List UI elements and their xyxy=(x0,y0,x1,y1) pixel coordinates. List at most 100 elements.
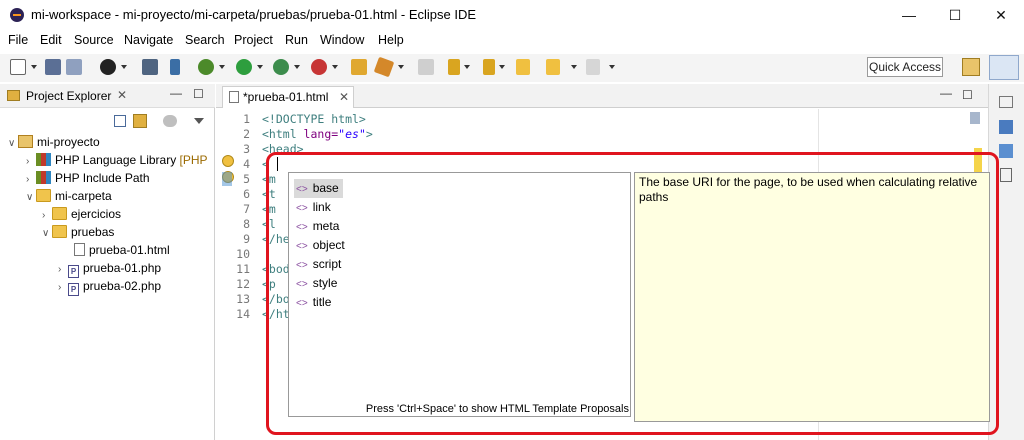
php-file-icon: P xyxy=(68,283,79,296)
annotation-highlight xyxy=(266,152,999,435)
line-number: 5 xyxy=(243,172,250,186)
tab-prueba-01-html[interactable]: *prueba-01.html ✕ xyxy=(222,86,354,108)
menu-source[interactable]: Source xyxy=(74,33,114,47)
chevron-down-icon[interactable]: ∨ xyxy=(8,135,18,153)
maximize-view-icon[interactable]: ☐ xyxy=(962,88,973,102)
pen-icon[interactable] xyxy=(418,59,434,75)
chevron-down-icon[interactable] xyxy=(332,65,338,69)
view-menu-icon[interactable] xyxy=(194,118,204,124)
menu-help[interactable]: Help xyxy=(378,33,404,47)
tree-item-mi-carpeta[interactable]: ∨ mi-carpeta xyxy=(26,187,112,205)
coverage-icon[interactable] xyxy=(273,59,289,75)
folder-icon xyxy=(52,225,67,238)
menu-navigate[interactable]: Navigate xyxy=(124,33,173,47)
chevron-down-icon[interactable] xyxy=(219,65,225,69)
chevron-down-icon[interactable] xyxy=(31,65,37,69)
quick-access-field[interactable]: Quick Access xyxy=(867,57,943,77)
last-edit-icon[interactable] xyxy=(516,59,530,75)
line-number: 2 xyxy=(243,127,250,141)
code-line: <html lang="es"> xyxy=(262,127,373,142)
chevron-down-icon[interactable] xyxy=(499,65,505,69)
run-icon[interactable] xyxy=(236,59,252,75)
menu-search[interactable]: Search xyxy=(185,33,225,47)
link-editor-icon[interactable] xyxy=(133,114,147,128)
tree-item-php-include-path[interactable]: › PHP Include Path xyxy=(26,169,150,187)
chevron-down-icon[interactable]: ∨ xyxy=(26,189,36,207)
open-folder-icon[interactable] xyxy=(351,59,367,75)
chevron-down-icon[interactable] xyxy=(464,65,470,69)
line-number: 10 xyxy=(236,247,250,261)
menu-bar: File Edit Source Navigate Search Project… xyxy=(0,31,1024,52)
html-file-icon xyxy=(229,91,239,103)
line-number: 8 xyxy=(243,217,250,231)
chevron-down-icon[interactable] xyxy=(571,65,577,69)
save-icon[interactable] xyxy=(45,59,61,75)
chevron-down-icon[interactable] xyxy=(294,65,300,69)
menu-window[interactable]: Window xyxy=(320,33,364,47)
minimize-view-icon[interactable]: — xyxy=(170,86,182,100)
restore-icon[interactable] xyxy=(999,96,1013,108)
library-icon xyxy=(36,171,51,184)
chevron-right-icon[interactable]: › xyxy=(58,279,68,297)
chevron-down-icon[interactable]: ∨ xyxy=(42,225,52,243)
tree-item-label: prueba-01.html xyxy=(89,243,170,257)
save-all-icon[interactable] xyxy=(66,59,82,75)
chevron-down-icon[interactable] xyxy=(121,65,127,69)
forward-icon[interactable] xyxy=(586,59,600,75)
close-icon[interactable]: ✕ xyxy=(339,87,349,107)
outline-icon[interactable] xyxy=(999,120,1013,134)
minimize-button[interactable]: — xyxy=(886,0,932,31)
menu-project[interactable]: Project xyxy=(234,33,273,47)
prev-annotation-icon[interactable] xyxy=(483,59,495,75)
new-icon[interactable] xyxy=(10,59,26,75)
project-explorer-header: Project Explorer ✕ — ☐ xyxy=(0,84,215,108)
collapse-all-icon[interactable] xyxy=(114,115,126,127)
maximize-button[interactable]: ☐ xyxy=(932,0,978,31)
external-tools-icon[interactable] xyxy=(311,59,327,75)
tree-item-decoration: [PHP xyxy=(179,153,208,167)
chevron-down-icon[interactable] xyxy=(257,65,263,69)
tree-item-pruebas[interactable]: ∨ pruebas xyxy=(42,223,114,241)
menu-run[interactable]: Run xyxy=(285,33,308,47)
palette-icon[interactable] xyxy=(999,144,1013,158)
focus-icon[interactable] xyxy=(163,115,177,127)
tree-item-prueba-02-php[interactable]: › Pprueba-02.php xyxy=(58,277,161,297)
folder-icon xyxy=(52,207,67,220)
user-icon[interactable] xyxy=(100,59,116,75)
tree-item-prueba-01-html[interactable]: prueba-01.html xyxy=(74,241,170,259)
line-number: 13 xyxy=(236,292,250,306)
tree-item-label: mi-carpeta xyxy=(55,189,112,203)
chevron-down-icon[interactable] xyxy=(609,65,615,69)
line-number: 11 xyxy=(236,262,250,276)
close-button[interactable]: ✕ xyxy=(978,0,1024,31)
next-annotation-icon[interactable] xyxy=(448,59,460,75)
chevron-down-icon[interactable] xyxy=(398,65,404,69)
menu-edit[interactable]: Edit xyxy=(40,33,62,47)
menu-file[interactable]: File xyxy=(8,33,28,47)
line-number: 3 xyxy=(243,142,250,156)
tree-item-php-language-library[interactable]: › PHP Language Library [PHP xyxy=(26,151,208,169)
overview-ruler xyxy=(970,112,980,124)
project-explorer-icon xyxy=(7,90,20,101)
debug-icon[interactable] xyxy=(198,59,214,75)
title-bar: mi-workspace - mi-proyecto/mi-carpeta/pr… xyxy=(0,0,1024,31)
folder-icon xyxy=(36,189,51,202)
tree-item-prueba-01-php[interactable]: › Pprueba-01.php xyxy=(58,259,161,278)
open-perspective-icon[interactable] xyxy=(962,58,980,76)
tree-item-label: pruebas xyxy=(71,225,115,239)
tree-item-mi-proyecto[interactable]: ∨ mi-proyecto xyxy=(8,133,100,151)
eclipse-icon xyxy=(10,8,24,22)
skip-breakpoints-icon[interactable] xyxy=(170,59,180,75)
deploy-icon[interactable] xyxy=(373,56,395,78)
line-number: 14 xyxy=(236,307,250,321)
terminal-icon[interactable] xyxy=(142,59,158,75)
line-number: 7 xyxy=(243,202,250,216)
close-icon[interactable]: ✕ xyxy=(117,88,127,102)
task-list-icon[interactable] xyxy=(1000,168,1012,182)
minimize-view-icon[interactable]: — xyxy=(940,86,952,100)
back-icon[interactable] xyxy=(546,59,560,75)
maximize-view-icon[interactable]: ☐ xyxy=(193,87,204,101)
library-icon xyxy=(36,153,51,166)
tree-item-ejercicios[interactable]: › ejercicios xyxy=(42,205,121,223)
php-perspective-icon[interactable] xyxy=(989,55,1019,80)
